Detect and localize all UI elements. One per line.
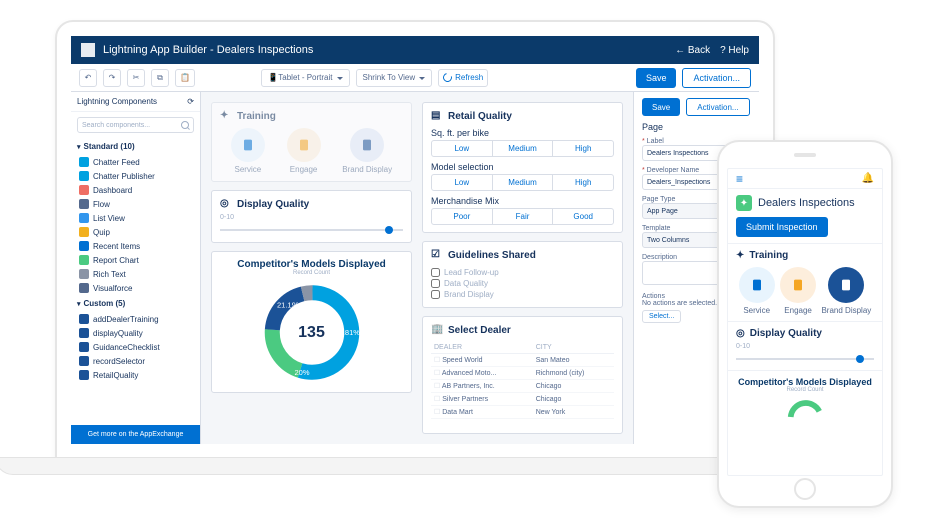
app-header: Lightning App Builder - Dealers Inspecti… [71,36,759,64]
model-segment[interactable]: LowMediumHigh [431,174,614,191]
component-item[interactable]: Rich Text [71,267,200,281]
back-link[interactable]: ← Back [675,45,710,56]
undo-button[interactable]: ↶ [79,69,97,87]
copy-button[interactable]: ⧉ [151,69,169,87]
toolbar: ↶ ↷ ✂ ⧉ 📋 📱 Tablet - Portrait Shrink To … [71,64,759,92]
appexchange-link[interactable]: Get more on the AppExchange [71,425,200,444]
training-icon: ✦ [736,250,744,261]
component-item[interactable]: Quip [71,225,200,239]
phone-screen: ≡ 🔔 ✦ Dealers Inspections Submit Inspect… [727,168,883,476]
submit-inspection-button[interactable]: Submit Inspection [736,217,828,237]
app-launcher-icon[interactable] [81,43,95,57]
zoom-select[interactable]: Shrink To View [356,69,433,87]
building-icon: 🏢 [431,324,443,336]
sqft-segment[interactable]: LowMediumHigh [431,140,614,157]
help-link[interactable]: ? Help [720,45,749,56]
component-item[interactable]: Recent Items [71,239,200,253]
component-item[interactable]: recordSelector [71,354,200,368]
canvas: ✦Training ServiceEngageBrand Display ◎Di… [201,92,633,444]
store-icon: ▤ [431,110,443,122]
quality-slider[interactable] [220,225,403,235]
app-icon: ✦ [736,195,752,211]
standard-category[interactable]: Standard (10) [71,138,200,155]
laptop-screen: Lightning App Builder - Dealers Inspecti… [55,20,775,460]
custom-category[interactable]: Custom (5) [71,295,200,312]
paste-button[interactable]: 📋 [175,69,195,87]
phone-training-tile[interactable]: Brand Display [821,267,871,315]
page-title: Lightning App Builder - Dealers Inspecti… [103,44,675,56]
table-row[interactable]: AB Partners, Inc.Chicago [431,380,614,393]
hamburger-icon[interactable]: ≡ [736,172,743,186]
component-item[interactable]: Chatter Publisher [71,169,200,183]
component-item[interactable]: displayQuality [71,326,200,340]
dealer-table[interactable]: DEALERCITYSpeed WorldSan MateoAdvanced M… [431,342,614,419]
table-row[interactable]: Silver PartnersChicago [431,393,614,406]
table-row[interactable]: Speed WorldSan Mateo [431,354,614,367]
training-tile[interactable]: Service [231,128,265,174]
component-item[interactable]: Flow [71,197,200,211]
phone-training-tile[interactable]: Service [739,267,775,315]
training-tile[interactable]: Engage [287,128,321,174]
component-item[interactable]: List View [71,211,200,225]
camera-icon: ◎ [220,198,232,210]
training-tile[interactable]: Brand Display [342,128,392,174]
select-actions-button[interactable]: Select... [642,310,681,323]
table-row[interactable]: Advanced Moto...Richmond (city) [431,367,614,380]
phone-quality-slider[interactable] [736,354,874,364]
bell-icon[interactable]: 🔔 [862,173,874,184]
refresh-icon[interactable]: ⟳ [187,97,194,106]
component-item[interactable]: Report Chart [71,253,200,267]
component-item[interactable]: addDealerTraining [71,312,200,326]
device-select[interactable]: 📱 Tablet - Portrait [261,69,349,87]
component-item[interactable]: RetailQuality [71,368,200,382]
table-row[interactable]: Data MartNew York [431,406,614,419]
components-sidebar: Lightning Components ⟳ Search components… [71,92,201,444]
props-heading: Page [642,122,751,132]
sidebar-title: Lightning Components [77,97,157,106]
donut-chart: 21.19% 54.81% 20% 135 [252,280,372,385]
phone-training-card[interactable]: ✦Training ServiceEngageBrand Display [728,243,882,321]
activation-button-2[interactable]: Activation... [686,98,749,116]
competitors-chart-card[interactable]: Competitor's Models Displayed Record Cou… [211,251,412,393]
redo-button[interactable]: ↷ [103,69,121,87]
phone-training-tile[interactable]: Engage [780,267,816,315]
laptop-base [0,457,835,475]
guideline-item[interactable]: Data Quality [431,278,614,289]
activation-button[interactable]: Activation... [682,68,751,88]
select-dealer-card[interactable]: 🏢Select Dealer DEALERCITYSpeed WorldSan … [422,316,623,434]
phone-competitors-card[interactable]: Competitor's Models Displayed Record Cou… [728,370,882,475]
display-quality-card[interactable]: ◎Display Quality 0-10 [211,190,412,243]
phone-title: Dealers Inspections [758,197,855,209]
search-icon [181,121,189,129]
guidelines-card[interactable]: ☑Guidelines Shared Lead Follow-upData Qu… [422,241,623,308]
refresh-button[interactable]: Refresh [438,69,488,87]
search-input[interactable]: Search components... [77,117,194,133]
guideline-item[interactable]: Lead Follow-up [431,267,614,278]
save-button[interactable]: Save [636,68,677,88]
component-item[interactable]: Visualforce [71,281,200,295]
component-item[interactable]: Dashboard [71,183,200,197]
component-item[interactable]: Chatter Feed [71,155,200,169]
training-icon: ✦ [220,110,232,122]
component-item[interactable]: GuidanceChecklist [71,340,200,354]
retail-quality-card[interactable]: ▤Retail Quality Sq. ft. per bike LowMedi… [422,102,623,233]
save-button-2[interactable]: Save [642,98,680,116]
phone-frame: ≡ 🔔 ✦ Dealers Inspections Submit Inspect… [717,140,893,508]
home-button[interactable] [794,478,816,500]
cut-button[interactable]: ✂ [127,69,145,87]
laptop-frame: Lightning App Builder - Dealers Inspecti… [55,20,775,500]
merch-segment[interactable]: PoorFairGood [431,208,614,225]
camera-icon: ◎ [736,328,745,339]
guideline-item[interactable]: Brand Display [431,289,614,300]
training-card[interactable]: ✦Training ServiceEngageBrand Display [211,102,412,182]
checklist-icon: ☑ [431,249,443,261]
svg-text:21.19%: 21.19% [802,409,813,413]
phone-display-quality-card[interactable]: ◎Display Quality 0-10 [728,321,882,370]
